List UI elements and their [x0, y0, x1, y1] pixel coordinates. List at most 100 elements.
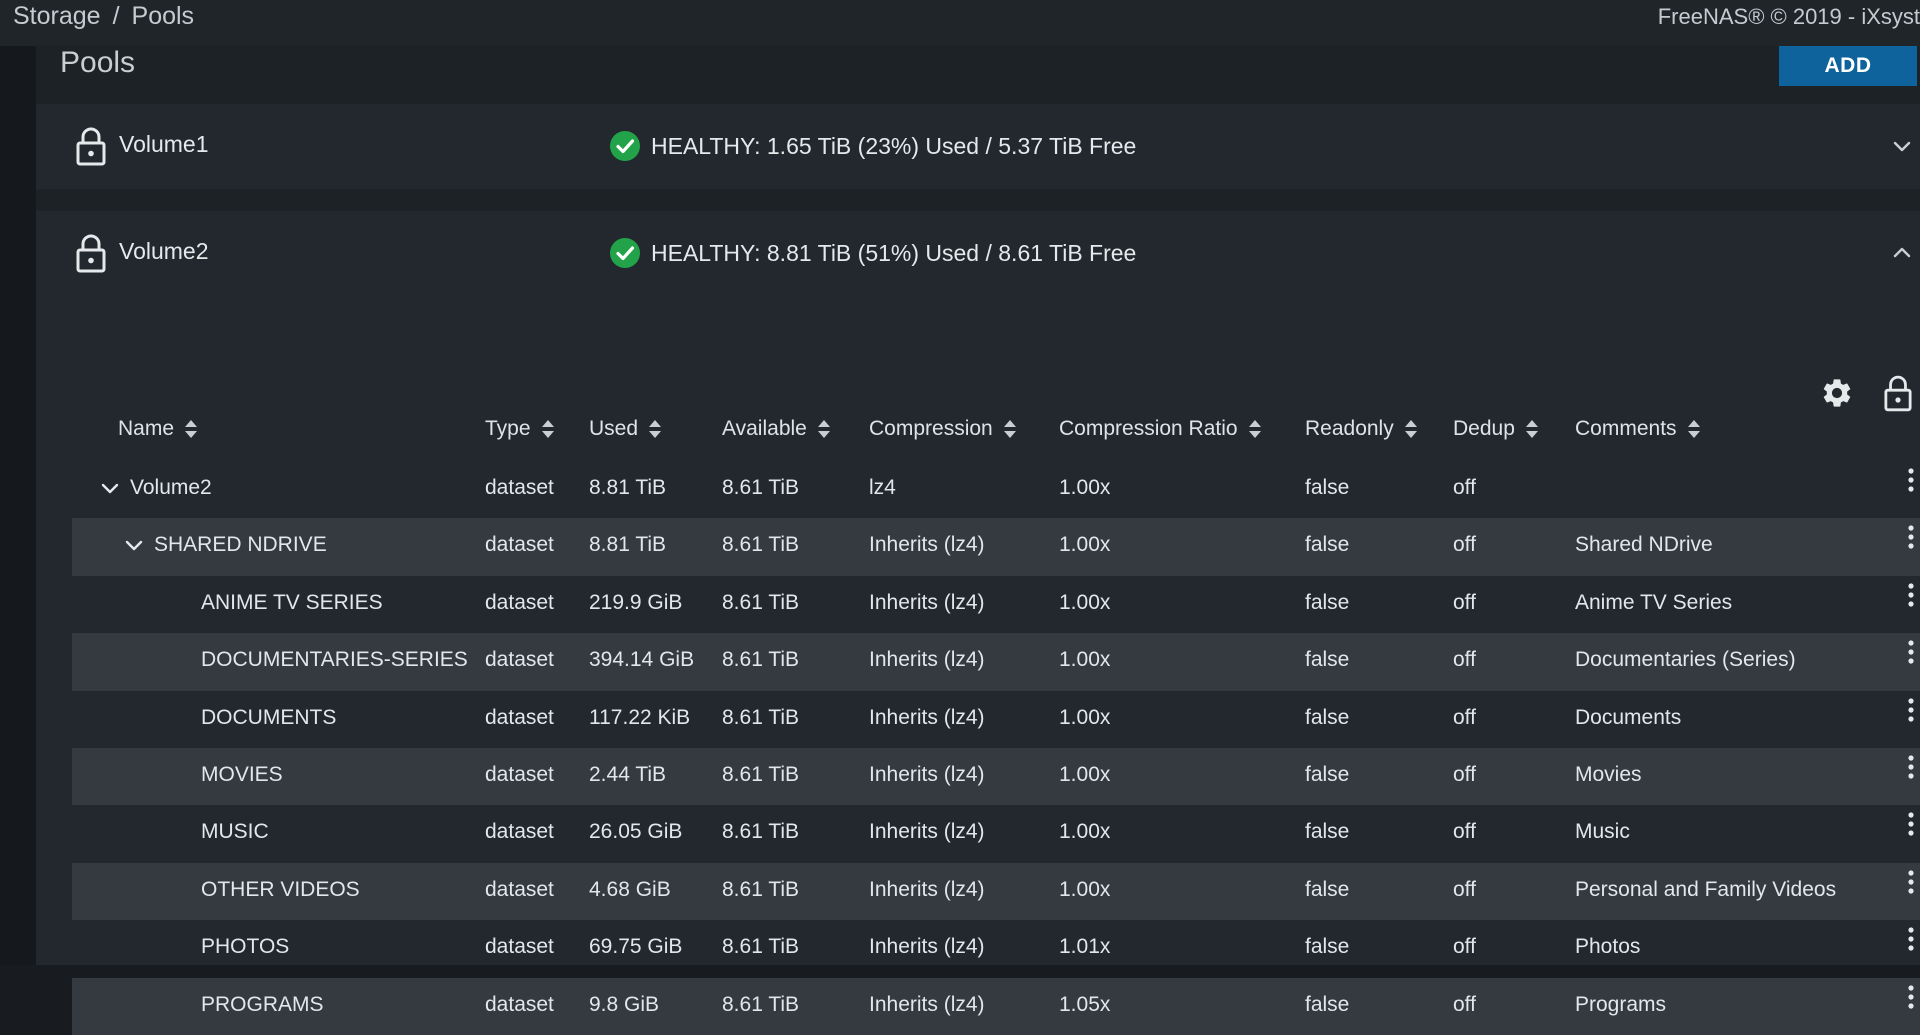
table-row[interactable]: MOVIES dataset 2.44 TiB 8.61 TiB Inherits (l… [72, 747, 1920, 806]
lock-icon[interactable] [76, 126, 106, 166]
cell-compression-ratio: 1.00x [1059, 590, 1111, 614]
table-row[interactable]: PROGRAMS dataset 9.8 GiB 8.61 TiB Inherits (… [72, 977, 1920, 1035]
table-row[interactable]: SHARED NDRIVE dataset 8.81 TiB 8.61 TiB Inhe… [72, 518, 1920, 576]
breadcrumb-storage[interactable]: Storage [13, 2, 101, 30]
column-header-readonly[interactable]: Readonly [1305, 417, 1418, 441]
breadcrumb-separator: / [112, 2, 120, 30]
cell-type: dataset [485, 820, 554, 844]
pool-header-volume1[interactable]: Volume1 HEALTHY: 1.65 TiB (23%) Used / 5… [36, 104, 1920, 189]
more-vert-icon[interactable] [1906, 582, 1916, 610]
cell-dedup: off [1453, 705, 1476, 729]
cell-compression: Inherits (lz4) [869, 533, 985, 557]
pool-status: HEALTHY: 1.65 TiB (23%) Used / 5.37 TiB … [609, 126, 1136, 166]
cell-type: dataset [485, 992, 554, 1016]
chevron-down-icon[interactable] [124, 536, 144, 556]
top-bar: Storage / Pools FreeNAS® © 2019 - iXsyst [0, 0, 1920, 46]
column-header-available[interactable]: Available [722, 417, 831, 441]
cell-available: 8.61 TiB [722, 877, 800, 901]
pool-header-volume2[interactable]: Volume2 HEALTHY: 8.81 TiB (51%) Used / 8… [36, 211, 1920, 296]
cell-used: 394.14 GiB [589, 648, 695, 672]
sort-icon [541, 420, 554, 438]
sort-icon [649, 420, 662, 438]
more-vert-icon[interactable] [1906, 869, 1916, 897]
cell-name: OTHER VIDEOS [201, 877, 360, 901]
cell-type: dataset [485, 476, 554, 499]
chevron-up-icon[interactable] [1890, 241, 1914, 265]
column-header-name[interactable]: Name [118, 417, 198, 441]
cell-used: 9.8 GiB [589, 992, 660, 1016]
cell-dedup: off [1453, 762, 1476, 786]
cell-used: 219.9 GiB [589, 590, 683, 614]
cell-compression-ratio: 1.00x [1059, 476, 1111, 499]
sort-icon [185, 420, 198, 438]
column-header-dedup[interactable]: Dedup [1453, 417, 1539, 441]
cell-type: dataset [485, 590, 554, 614]
column-header-compression-ratio[interactable]: Compression Ratio [1059, 417, 1262, 441]
chevron-down-icon[interactable] [1890, 134, 1914, 158]
add-pool-button[interactable]: ADD [1779, 46, 1917, 86]
column-header-used[interactable]: Used [589, 417, 662, 441]
cell-compression-ratio: 1.00x [1059, 820, 1111, 844]
cell-compression: Inherits (lz4) [869, 935, 985, 959]
table-row[interactable]: Volume2 dataset 8.81 TiB 8.61 TiB lz4 1.00x fa… [72, 461, 1920, 518]
column-header-type[interactable]: Type [485, 417, 555, 441]
sort-icon [1687, 420, 1700, 438]
cell-name: SHARED NDRIVE [154, 533, 327, 557]
cell-compression: Inherits (lz4) [869, 820, 985, 844]
cell-available: 8.61 TiB [722, 648, 800, 672]
cell-type: dataset [485, 533, 554, 557]
more-vert-icon[interactable] [1906, 754, 1916, 782]
table-row[interactable]: DOCUMENTS dataset 117.22 KiB 8.61 TiB Inheri… [72, 691, 1920, 748]
cell-compression-ratio: 1.00x [1059, 705, 1111, 729]
cell-comments: Programs [1575, 992, 1667, 1016]
cell-compression: Inherits (lz4) [869, 762, 985, 786]
cell-comments: Documents [1575, 705, 1682, 729]
main-content: Pools ADD Volume1 HEALTHY: 1.65 TiB (23%… [36, 46, 1920, 1035]
cell-dedup: off [1453, 935, 1476, 959]
more-vert-icon[interactable] [1906, 639, 1916, 667]
table-row[interactable]: ANIME TV SERIES dataset 219.9 GiB 8.61 TiB I… [72, 576, 1920, 633]
more-vert-icon[interactable] [1906, 984, 1916, 1012]
cell-type: dataset [485, 648, 554, 672]
sort-icon [1003, 420, 1016, 438]
cell-readonly: false [1305, 877, 1350, 901]
table-row[interactable]: OTHER VIDEOS dataset 4.68 GiB 8.61 TiB Inher… [72, 862, 1920, 921]
cell-available: 8.61 TiB [722, 476, 800, 499]
cell-available: 8.61 TiB [722, 533, 800, 557]
chevron-down-icon[interactable] [100, 479, 120, 499]
more-vert-icon[interactable] [1906, 926, 1916, 954]
column-header-compression[interactable]: Compression [869, 417, 1017, 441]
sort-icon [1404, 420, 1417, 438]
check-circle-icon [610, 131, 640, 161]
more-vert-icon[interactable] [1906, 697, 1916, 725]
cell-comments: Music [1575, 820, 1630, 844]
table-row[interactable]: PHOTOS dataset 69.75 GiB 8.61 TiB Inherits (… [72, 920, 1920, 977]
cell-used: 8.81 TiB [589, 476, 667, 499]
more-vert-icon[interactable] [1906, 811, 1916, 839]
cell-used: 69.75 GiB [589, 935, 683, 959]
sort-icon [1525, 420, 1538, 438]
cell-dedup: off [1453, 476, 1476, 499]
cell-name: MOVIES [201, 762, 283, 786]
pool-datasets-panel: Name Type Used Available Compression Com… [36, 296, 1920, 1035]
pool-name: Volume2 [119, 238, 209, 264]
pool-status-text: HEALTHY: 1.65 TiB (23%) Used / 5.37 TiB … [651, 132, 1137, 159]
table-row[interactable]: DOCUMENTARIES-SERIES dataset 394.14 GiB 8.6… [72, 633, 1920, 691]
cell-name: PHOTOS [201, 935, 290, 959]
pool-status-text: HEALTHY: 8.81 TiB (51%) Used / 8.61 TiB … [651, 239, 1137, 266]
table-header: Name Type Used Available Compression Com… [72, 411, 1920, 461]
cell-available: 8.61 TiB [722, 762, 800, 786]
lock-icon[interactable] [1884, 374, 1912, 412]
more-vert-icon[interactable] [1906, 467, 1916, 495]
cell-comments: Anime TV Series [1575, 590, 1733, 614]
cell-readonly: false [1305, 590, 1350, 614]
sort-icon [817, 420, 830, 438]
cell-comments: Photos [1575, 935, 1641, 959]
lock-icon[interactable] [76, 233, 106, 273]
gear-icon[interactable] [1820, 376, 1854, 410]
more-vert-icon[interactable] [1906, 524, 1916, 552]
table-row[interactable]: MUSIC dataset 26.05 GiB 8.61 TiB Inherits (l… [72, 805, 1920, 862]
column-header-comments[interactable]: Comments [1575, 417, 1701, 441]
cell-name: PROGRAMS [201, 992, 324, 1016]
side-nav-edge [0, 46, 36, 965]
